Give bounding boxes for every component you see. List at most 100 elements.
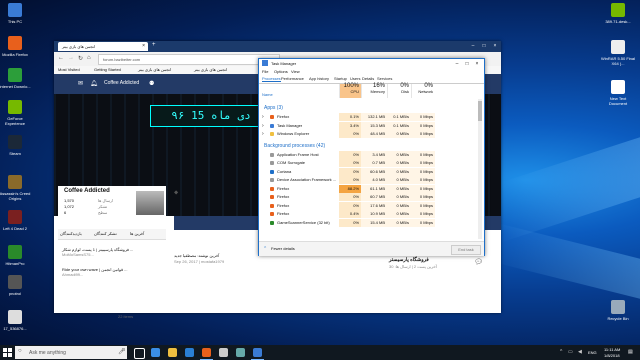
search-box[interactable]: ○ Ask me anything 🎤︎ — [15, 346, 127, 359]
tab-close-icon[interactable]: × — [142, 43, 145, 49]
browser-titlebar[interactable]: انجمن های بازی بیتر × + – □ × — [54, 41, 501, 52]
menu-options[interactable]: Options — [274, 69, 288, 74]
volume-icon[interactable]: ◀ — [578, 349, 582, 355]
desktop-icon[interactable]: Assassin's Creed Origins — [0, 175, 32, 201]
desktop-icon[interactable]: Steam — [0, 135, 32, 156]
browser-tab[interactable]: انجمن های بازی بیتر × — [58, 42, 148, 51]
desktop-icon[interactable]: This PC — [0, 3, 32, 24]
tab-app-history[interactable]: App history — [309, 76, 329, 81]
expand-chevron-icon[interactable]: › — [262, 113, 264, 121]
tab-details[interactable]: Details — [362, 76, 374, 81]
task-manager-icon[interactable] — [253, 348, 262, 357]
list-item[interactable]: فروشگاه پارسیبیتر | 1 پست، لوازم شکار ..… — [62, 247, 162, 257]
scrollbar[interactable] — [478, 99, 482, 239]
bookmark-item[interactable]: Getting Started — [94, 67, 121, 72]
chevron-up-icon[interactable]: ⌃ — [263, 246, 267, 252]
menu-file[interactable]: File — [262, 69, 268, 74]
column-name[interactable]: Name — [262, 92, 273, 97]
profile-name[interactable]: Coffee Addicted — [64, 188, 110, 194]
maximize-button[interactable]: □ — [480, 43, 488, 49]
process-row[interactable]: Application Frame Host 0% 3.4 MB 0 MB/s 0 Mb… — [259, 150, 479, 159]
close-button[interactable]: × — [473, 61, 481, 67]
menu-view[interactable]: View — [291, 69, 300, 74]
column-network[interactable]: 0% Network — [411, 83, 435, 98]
tab-users[interactable]: Users — [350, 76, 360, 81]
close-button[interactable]: × — [491, 43, 499, 49]
desktop-icon[interactable]: Mozilla Firefox — [0, 36, 32, 57]
column-disk[interactable]: 0% Disk — [387, 83, 411, 98]
desktop-icon[interactable]: HitmanPro — [0, 245, 32, 266]
scrollbar-thumb[interactable] — [478, 101, 482, 121]
process-row[interactable]: Firefox 0% 60.7 MB 0 MB/s 0 Mbps — [259, 193, 479, 201]
network-icon[interactable]: ▭ — [568, 349, 573, 355]
home-icon[interactable]: ⌂ — [87, 55, 91, 61]
desktop-icon[interactable]: pnotrol — [0, 275, 32, 296]
desktop-icon[interactable]: Internet Downlo... — [0, 68, 32, 89]
desktop-icon[interactable]: 17_536876... — [0, 310, 32, 331]
address-bar[interactable]: forum.bazibeiter.com — [98, 54, 280, 65]
process-row[interactable]: Firefox 0% 17.6 MB 0 MB/s 0 Mbps — [259, 201, 479, 210]
tray-chevron-icon[interactable]: ^ — [560, 349, 562, 355]
firefox-icon[interactable] — [202, 348, 211, 357]
tab-processes[interactable]: Processes — [262, 76, 281, 82]
tab-performance[interactable]: Performance — [281, 76, 304, 81]
process-row[interactable]: Firefox 0.4% 10.9 MB 0 MB/s 0 Mbps — [259, 210, 479, 218]
back-icon[interactable]: ← — [58, 55, 64, 61]
process-row[interactable]: Firefox 88.2% 61.1 MB 0 MB/s 0 Mbps — [259, 184, 479, 193]
bookmark-item[interactable]: Most Visited — [58, 67, 80, 72]
start-button[interactable] — [2, 347, 13, 358]
fewer-details-link[interactable]: Fewer details — [271, 246, 295, 251]
language-indicator[interactable]: ENG — [588, 350, 597, 355]
process-row[interactable]: › Task Manager 3.4% 15.3 MB 0.1 MB/s 0 Mbps — [259, 121, 479, 130]
task-view-icon[interactable] — [134, 348, 145, 359]
header-username[interactable]: Coffee Addicted — [104, 80, 139, 86]
desktop-icon[interactable]: 389.71-desk... — [601, 3, 635, 24]
thread-item[interactable]: آخرین نوشته: مصطفیا جدید Sep 26, 2017 | … — [174, 253, 264, 267]
list-item[interactable]: Ride your own wave | قوانین انجمن ... Ah… — [62, 267, 162, 277]
reload-icon[interactable]: ↻ — [78, 55, 83, 62]
store-icon[interactable] — [185, 348, 194, 357]
maximize-button[interactable]: □ — [463, 61, 471, 67]
column-memory[interactable]: 16% Memory — [361, 83, 387, 98]
task-manager-window[interactable]: Task Manager – □ × File Options View Pro… — [258, 58, 485, 256]
new-tab-button[interactable]: + — [152, 42, 156, 48]
process-row[interactable]: GameScannerService (32 bit) 0% 15.4 MB 0 MB… — [259, 218, 479, 227]
bell-icon[interactable]: 🔔︎ — [90, 80, 98, 87]
expand-chevron-icon[interactable]: › — [262, 122, 264, 130]
process-row[interactable]: COM Surrogate 0% 0.7 MB 0 MB/s 0 Mbps — [259, 159, 479, 167]
desktop-icon[interactable]: GeForce Experience — [0, 100, 32, 126]
tab-services[interactable]: Services — [377, 76, 392, 81]
file-explorer-icon[interactable] — [168, 348, 177, 357]
share-icon[interactable]: ⬥ — [174, 190, 178, 197]
desktop-icon[interactable]: WinRAR 5.50 Final X64 (... — [601, 40, 635, 66]
notifications-icon[interactable]: ▤ — [628, 349, 633, 355]
mail-icon[interactable]: ✉ — [78, 80, 83, 87]
tab-visitors[interactable]: بازدیدکنندگان — [60, 231, 82, 236]
tab-startup[interactable]: Startup — [334, 76, 347, 81]
process-row[interactable]: Device Association Framework ... 0% 4.0 MB… — [259, 176, 479, 184]
desktop-icon[interactable]: New Text Document — [601, 80, 635, 106]
bookmark-item[interactable]: انجمن های بازی بیتر — [138, 67, 171, 72]
user-icon[interactable]: ⚉ — [149, 80, 154, 87]
monitor-icon[interactable] — [236, 348, 245, 357]
minimize-button[interactable]: – — [453, 61, 461, 67]
task-manager-titlebar[interactable]: Task Manager – □ × — [259, 59, 484, 68]
expand-chevron-icon[interactable]: › — [262, 130, 264, 138]
gear-icon[interactable] — [219, 348, 228, 357]
end-task-button[interactable]: End task — [451, 245, 481, 255]
process-row[interactable]: › Windows Explorer 0% 48.4 MB 0 MB/s 0 Mbps — [259, 130, 479, 138]
clock-date[interactable]: 1/8/2018 — [604, 353, 620, 358]
process-row[interactable]: Cortana 0% 60.6 MB 0 MB/s 0 Mbps — [259, 167, 479, 176]
desktop-icon[interactable]: Left 4 Dead 2 — [0, 210, 32, 231]
tab-latest[interactable]: آخرین ها — [130, 231, 144, 236]
bookmark-item[interactable]: انجمن های بازی بیتر — [194, 67, 227, 72]
column-cpu[interactable]: 100% CPU — [339, 83, 361, 98]
microphone-icon[interactable]: 🎤︎ — [118, 348, 126, 355]
clock-time[interactable]: 11:11 AM — [604, 347, 620, 352]
edge-icon[interactable] — [151, 348, 160, 357]
minimize-button[interactable]: – — [469, 43, 477, 49]
forward-icon[interactable]: → — [68, 55, 74, 61]
avatar[interactable] — [136, 191, 164, 215]
desktop-icon[interactable]: Recycle Bin — [601, 300, 635, 321]
tab-thanks[interactable]: تشکر کنندگان — [94, 231, 117, 236]
